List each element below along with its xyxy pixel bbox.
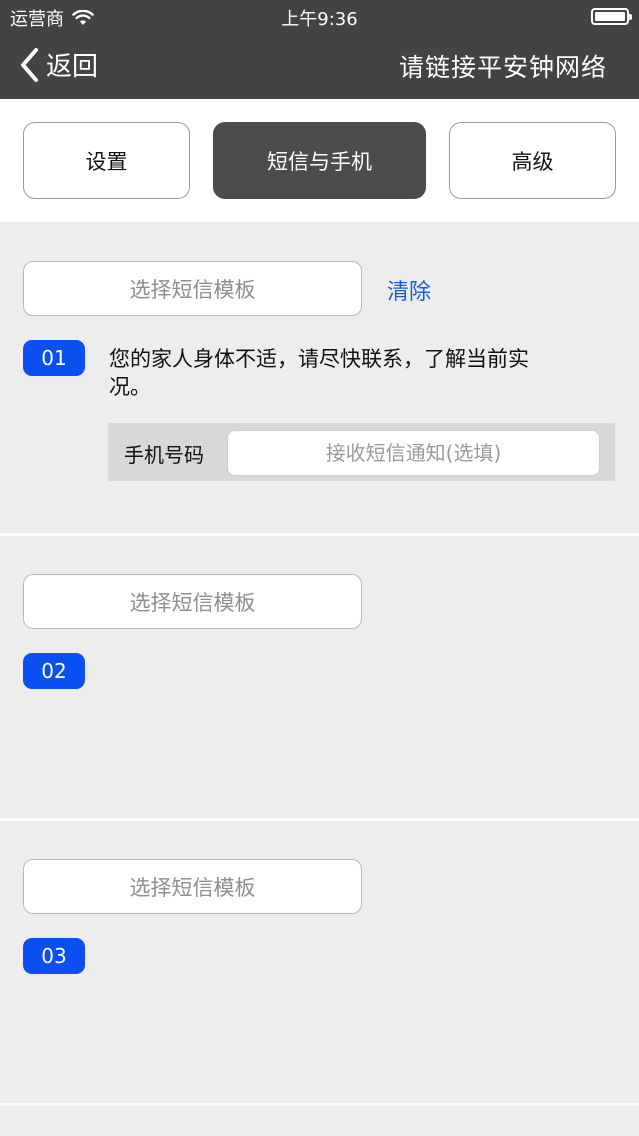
template-select-02[interactable]: 选择短信模板 [23, 574, 362, 629]
tab-settings[interactable]: 设置 [23, 122, 190, 199]
back-label: 返回 [46, 52, 99, 82]
phone-number-label: 手机号码 [124, 443, 204, 467]
chevron-left-icon [21, 47, 38, 82]
sms-slot-02: 选择短信模板 02 [0, 536, 639, 818]
clear-button[interactable]: 清除 [387, 274, 431, 306]
slot-number-badge: 01 [23, 340, 85, 376]
slot-number-badge: 03 [23, 938, 85, 974]
phone-number-row: 手机号码 [108, 423, 615, 481]
sms-phone-settings-screen: 运营商 上午9:36 返回 请链接平安钟网络 设置 短信与手机 高级 选择短信模… [0, 0, 639, 1136]
battery-level [595, 12, 625, 21]
sms-message-text: 您的家人身体不适，请尽快联系，了解当前实况。 [109, 347, 529, 399]
tab-sms-and-phone[interactable]: 短信与手机 [213, 122, 426, 199]
sms-slot-03: 选择短信模板 03 [0, 821, 639, 1103]
sms-slot-01: 选择短信模板 清除 01 您的家人身体不适，请尽快联系，了解当前实况。 手机号码 [0, 222, 639, 533]
divider [0, 1103, 639, 1106]
page-title: 请链接平安钟网络 [398, 53, 607, 82]
tab-advanced[interactable]: 高级 [449, 122, 616, 199]
battery-icon [591, 8, 632, 25]
template-select-01[interactable]: 选择短信模板 [23, 261, 362, 316]
status-bar: 运营商 上午9:36 [0, 0, 639, 34]
back-button[interactable]: 返回 [18, 46, 98, 83]
phone-number-input[interactable] [227, 430, 600, 476]
status-time: 上午9:36 [281, 9, 358, 30]
template-select-03[interactable]: 选择短信模板 [23, 859, 362, 914]
header: 运营商 上午9:36 返回 请链接平安钟网络 [0, 0, 639, 99]
slot-number-badge: 02 [23, 653, 85, 689]
tab-bar: 设置 短信与手机 高级 [0, 99, 639, 222]
